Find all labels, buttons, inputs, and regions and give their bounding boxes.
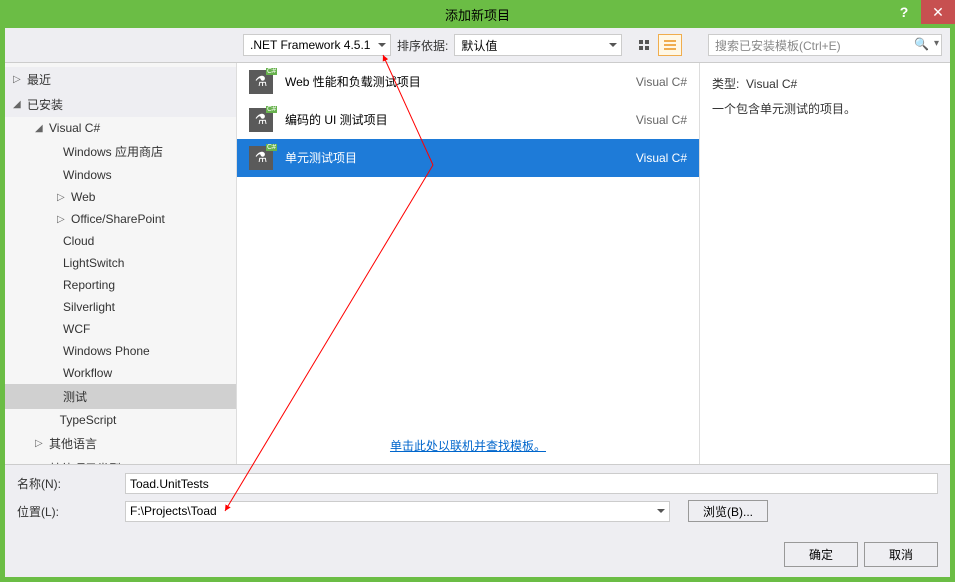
location-input[interactable]: F:\Projects\Toad	[125, 501, 670, 522]
search-input[interactable]: 搜索已安装模板(Ctrl+E)	[708, 34, 942, 56]
tree-item[interactable]: Windows	[5, 164, 236, 186]
tree-other-lang[interactable]: ▷其他语言	[5, 431, 236, 456]
window-title: 添加新项目	[445, 5, 510, 24]
tree-item[interactable]: Reporting	[5, 274, 236, 296]
search-placeholder: 搜索已安装模板(Ctrl+E)	[715, 39, 841, 53]
sort-label: 排序依据:	[397, 37, 448, 54]
flask-icon: ⚗	[249, 70, 273, 94]
online-link-text[interactable]: 单击此处以联机并查找模板。	[390, 439, 546, 453]
online-link[interactable]: 单击此处以联机并查找模板。	[237, 427, 699, 464]
tree-item[interactable]: Windows 应用商店	[5, 139, 236, 164]
toolbar: .NET Framework 4.5.1 排序依据: 默认值 搜索已安装模板(C…	[5, 28, 950, 63]
template-name: 单元测试项目	[285, 149, 624, 166]
template-lang: Visual C#	[636, 113, 687, 127]
flask-icon: ⚗	[249, 146, 273, 170]
tree-visual-csharp[interactable]: ◢Visual C#	[5, 117, 236, 139]
close-button[interactable]: ✕	[921, 0, 955, 24]
framework-value: .NET Framework 4.5.1	[250, 38, 370, 52]
tree-item-test[interactable]: 测试	[5, 384, 236, 409]
template-row[interactable]: ⚗ Web 性能和负载测试项目 Visual C#	[237, 63, 699, 101]
browse-button[interactable]: 浏览(B)...	[688, 500, 768, 522]
template-list: ⚗ Web 性能和负载测试项目 Visual C# ⚗ 编码的 UI 测试项目 …	[237, 63, 699, 427]
cancel-button[interactable]: 取消	[864, 542, 938, 567]
name-input[interactable]	[125, 473, 938, 494]
tree-item[interactable]: Cloud	[5, 230, 236, 252]
template-lang: Visual C#	[636, 151, 687, 165]
template-row[interactable]: ⚗ 编码的 UI 测试项目 Visual C#	[237, 101, 699, 139]
sidebar: ▷最近 ◢已安装 ◢Visual C# Windows 应用商店 Windows…	[5, 63, 237, 464]
tree-item[interactable]: LightSwitch	[5, 252, 236, 274]
list-view-button[interactable]	[658, 34, 682, 56]
grid-icon	[639, 40, 649, 50]
sort-value: 默认值	[461, 37, 497, 54]
tree-other-proj[interactable]: ▷其他项目类型	[5, 456, 236, 464]
sidebar-installed[interactable]: ◢已安装	[5, 92, 236, 117]
framework-dropdown[interactable]: .NET Framework 4.5.1	[243, 34, 391, 56]
tree-item[interactable]: Windows Phone	[5, 340, 236, 362]
grid-view-button[interactable]	[632, 34, 656, 56]
template-name: 编码的 UI 测试项目	[285, 111, 624, 128]
tree-item[interactable]: ▷Web	[5, 186, 236, 208]
template-name: Web 性能和负载测试项目	[285, 73, 624, 90]
sidebar-recent[interactable]: ▷最近	[5, 67, 236, 92]
help-button[interactable]: ?	[887, 0, 921, 24]
tree-item[interactable]: ▷Office/SharePoint	[5, 208, 236, 230]
bottom-form: 名称(N): 位置(L): F:\Projects\Toad 浏览(B)...	[5, 464, 950, 536]
tree-item[interactable]: WCF	[5, 318, 236, 340]
template-lang: Visual C#	[636, 75, 687, 89]
sort-dropdown[interactable]: 默认值	[454, 34, 622, 56]
tree-item[interactable]: Workflow	[5, 362, 236, 384]
tree-item[interactable]: Silverlight	[5, 296, 236, 318]
ok-button[interactable]: 确定	[784, 542, 858, 567]
template-row-selected[interactable]: ⚗ 单元测试项目 Visual C#	[237, 139, 699, 177]
list-icon	[664, 40, 676, 50]
details-panel: 类型: Visual C# 一个包含单元测试的项目。	[700, 63, 950, 464]
location-label: 位置(L):	[17, 503, 117, 520]
tree-typescript[interactable]: TypeScript	[5, 409, 236, 431]
name-label: 名称(N):	[17, 475, 117, 492]
details-type: 类型: Visual C#	[712, 75, 938, 92]
details-desc: 一个包含单元测试的项目。	[712, 100, 938, 117]
titlebar: 添加新项目 ? ✕	[0, 0, 955, 28]
flask-icon: ⚗	[249, 108, 273, 132]
